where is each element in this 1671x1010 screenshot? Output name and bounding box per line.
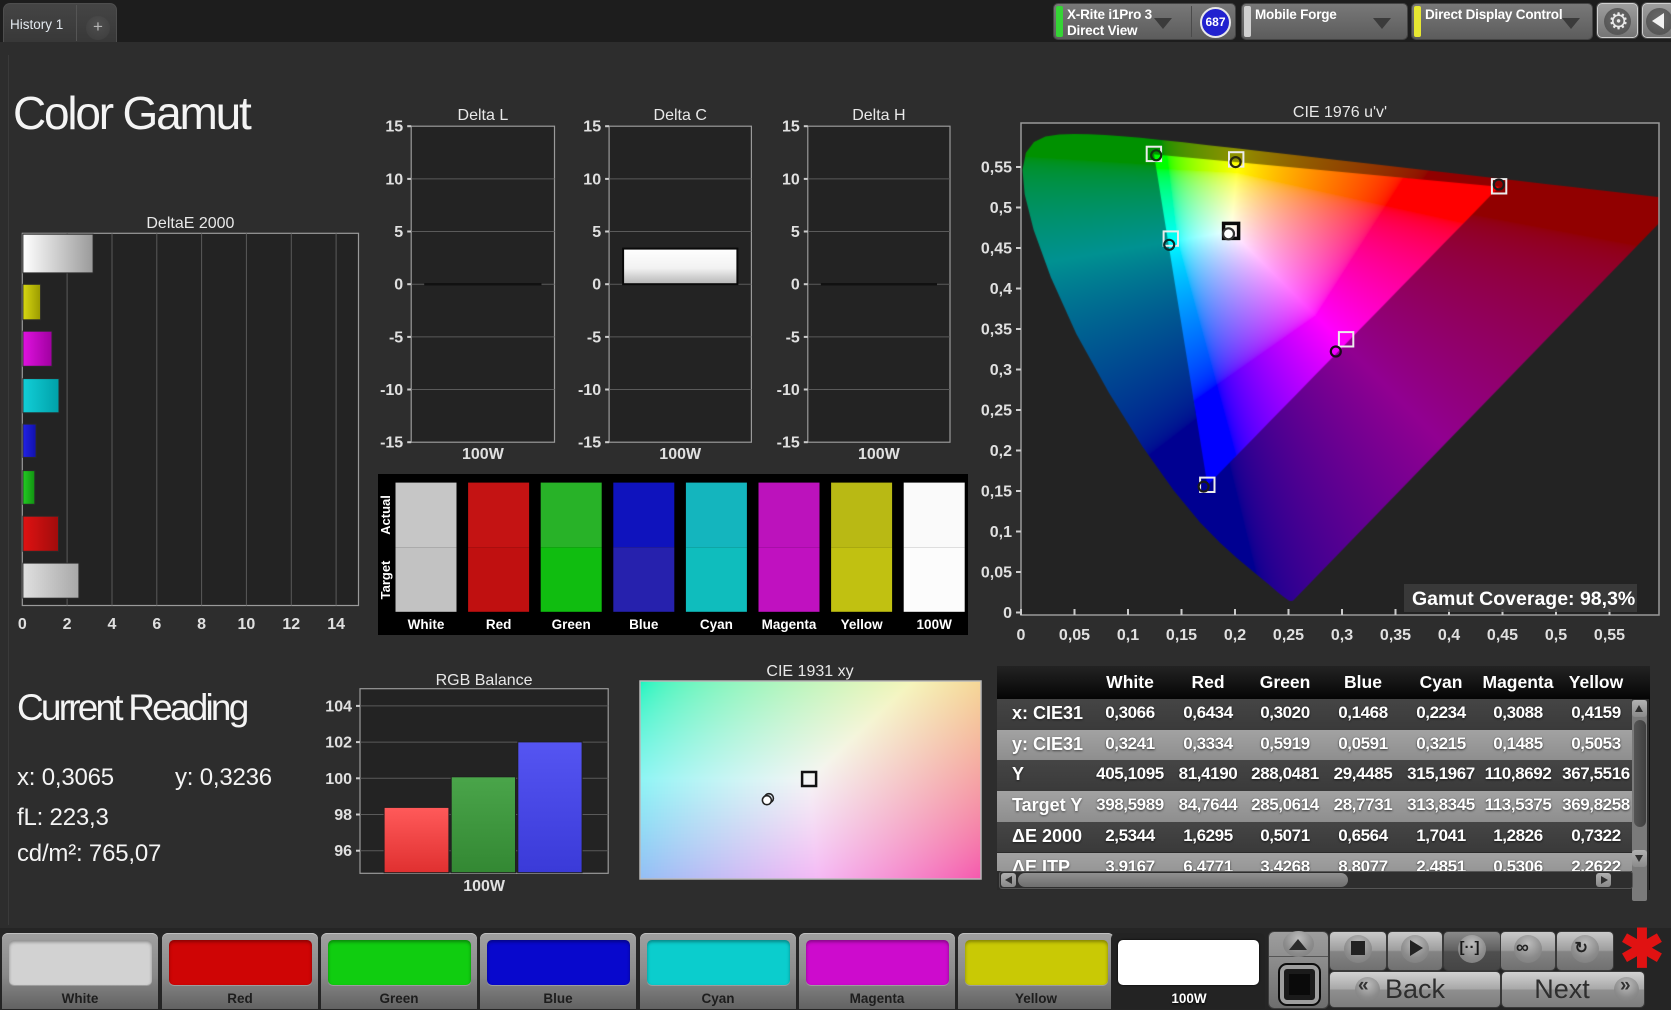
svg-text:DeltaE 2000: DeltaE 2000 [146, 215, 234, 232]
svg-text:0: 0 [18, 616, 27, 633]
svg-text:0: 0 [791, 277, 800, 294]
svg-text:5: 5 [592, 224, 601, 241]
svg-text:-15: -15 [777, 435, 800, 452]
svg-text:12: 12 [282, 616, 300, 633]
svg-text:0,15: 0,15 [981, 484, 1012, 501]
svg-text:0,25: 0,25 [1273, 627, 1304, 644]
svg-text:0,45: 0,45 [1487, 627, 1518, 644]
svg-text:-5: -5 [389, 329, 403, 346]
svg-text:10: 10 [782, 171, 800, 188]
svg-text:Green: Green [552, 617, 591, 632]
svg-text:0,3: 0,3 [990, 362, 1012, 379]
svg-text:-15: -15 [380, 435, 403, 452]
svg-text:4: 4 [108, 616, 117, 633]
svg-text:5: 5 [791, 224, 800, 241]
svg-text:-5: -5 [786, 329, 800, 346]
svg-text:15: 15 [385, 119, 403, 136]
svg-text:Red: Red [486, 617, 512, 632]
svg-text:5: 5 [394, 224, 403, 241]
svg-text:-10: -10 [380, 382, 403, 399]
svg-text:0,45: 0,45 [981, 241, 1012, 258]
svg-text:0,55: 0,55 [1594, 627, 1625, 644]
svg-text:-10: -10 [777, 382, 800, 399]
svg-text:10: 10 [385, 171, 403, 188]
svg-text:0,25: 0,25 [981, 403, 1012, 420]
svg-text:-10: -10 [578, 382, 601, 399]
svg-text:104: 104 [325, 698, 352, 715]
svg-text:Cyan: Cyan [700, 617, 733, 632]
svg-text:Magenta: Magenta [762, 617, 817, 632]
svg-text:Target: Target [378, 560, 393, 599]
svg-text:102: 102 [325, 735, 352, 752]
svg-text:0,35: 0,35 [1380, 627, 1411, 644]
svg-text:CIE 1976 u'v': CIE 1976 u'v' [1293, 104, 1387, 121]
svg-text:0,4: 0,4 [1438, 627, 1460, 644]
svg-text:0,05: 0,05 [981, 565, 1012, 582]
svg-text:2: 2 [63, 616, 72, 633]
svg-text:100W: 100W [917, 617, 953, 632]
svg-text:0,35: 0,35 [981, 322, 1012, 339]
svg-text:10: 10 [583, 171, 601, 188]
svg-text:Delta C: Delta C [654, 107, 707, 124]
svg-text:96: 96 [334, 843, 352, 860]
svg-text:100W: 100W [659, 446, 702, 463]
svg-text:15: 15 [782, 119, 800, 136]
svg-text:100W: 100W [858, 446, 901, 463]
svg-text:0: 0 [1003, 605, 1012, 622]
svg-text:100W: 100W [462, 446, 505, 463]
svg-text:Delta L: Delta L [458, 107, 509, 124]
svg-text:Blue: Blue [629, 617, 659, 632]
svg-text:14: 14 [327, 616, 345, 633]
svg-text:0: 0 [592, 277, 601, 294]
svg-text:100: 100 [325, 771, 352, 788]
svg-text:0,2: 0,2 [990, 443, 1012, 460]
svg-text:0,5: 0,5 [990, 200, 1012, 217]
svg-text:98: 98 [334, 807, 352, 824]
svg-text:15: 15 [583, 119, 601, 136]
svg-text:0,05: 0,05 [1059, 627, 1090, 644]
svg-text:Actual: Actual [378, 495, 393, 535]
svg-text:8: 8 [197, 616, 206, 633]
svg-text:Delta H: Delta H [852, 107, 905, 124]
svg-text:-5: -5 [587, 329, 601, 346]
svg-text:6: 6 [152, 616, 161, 633]
svg-text:CIE 1931 xy: CIE 1931 xy [766, 663, 853, 680]
svg-text:0,1: 0,1 [1117, 627, 1139, 644]
svg-text:0: 0 [394, 277, 403, 294]
svg-text:0,5: 0,5 [1545, 627, 1567, 644]
svg-text:0: 0 [1017, 627, 1026, 644]
svg-text:0,1: 0,1 [990, 524, 1012, 541]
svg-text:Yellow: Yellow [841, 617, 884, 632]
svg-text:0,55: 0,55 [981, 160, 1012, 177]
svg-text:10: 10 [238, 616, 256, 633]
svg-text:-15: -15 [578, 435, 601, 452]
svg-text:0,4: 0,4 [990, 281, 1012, 298]
svg-text:RGB Balance: RGB Balance [436, 672, 533, 689]
svg-text:White: White [408, 617, 445, 632]
svg-text:100W: 100W [463, 878, 506, 895]
svg-text:0,3: 0,3 [1331, 627, 1353, 644]
svg-text:0,15: 0,15 [1166, 627, 1197, 644]
svg-text:0,2: 0,2 [1224, 627, 1246, 644]
